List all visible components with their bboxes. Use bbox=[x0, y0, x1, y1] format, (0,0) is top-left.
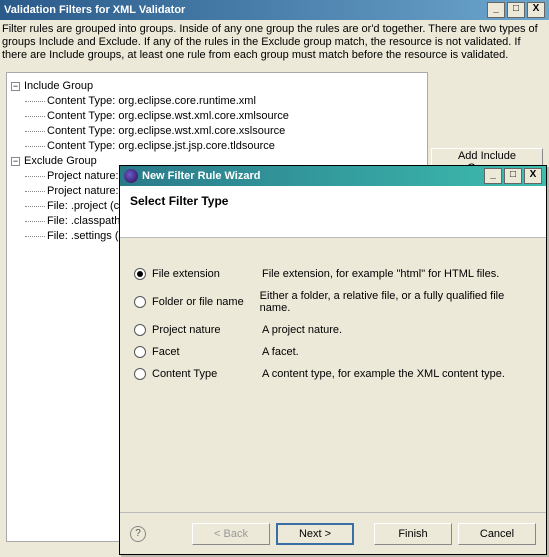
new-filter-rule-wizard: New Filter Rule Wizard _ □ X Select Filt… bbox=[119, 165, 547, 555]
option-desc: Either a folder, a relative file, or a f… bbox=[260, 290, 532, 314]
option-content-type[interactable]: Content Type A content type, for example… bbox=[134, 368, 532, 380]
back-window-title: Validation Filters for XML Validator bbox=[4, 4, 485, 16]
collapse-icon[interactable]: − bbox=[11, 157, 20, 166]
include-group-label: Include Group bbox=[24, 79, 93, 94]
wizard-titlebar: New Filter Rule Wizard _ □ X bbox=[120, 166, 546, 186]
option-label: Folder or file name bbox=[152, 296, 260, 308]
option-folder-or-file-name[interactable]: Folder or file name Either a folder, a r… bbox=[134, 290, 532, 314]
option-desc: A facet. bbox=[262, 346, 299, 358]
option-label: Project nature bbox=[152, 324, 262, 336]
next-button[interactable]: Next > bbox=[276, 523, 354, 545]
wizard-maximize-button[interactable]: □ bbox=[504, 168, 522, 184]
radio-icon[interactable] bbox=[134, 368, 146, 380]
radio-icon[interactable] bbox=[134, 324, 146, 336]
option-label: Content Type bbox=[152, 368, 262, 380]
radio-icon[interactable] bbox=[134, 296, 146, 308]
maximize-button[interactable]: □ bbox=[507, 2, 525, 18]
radio-icon[interactable] bbox=[134, 268, 146, 280]
option-label: Facet bbox=[152, 346, 262, 358]
option-facet[interactable]: Facet A facet. bbox=[134, 346, 532, 358]
back-button: < Back bbox=[192, 523, 270, 545]
minimize-button[interactable]: _ bbox=[487, 2, 505, 18]
wizard-minimize-button[interactable]: _ bbox=[484, 168, 502, 184]
wizard-heading: Select Filter Type bbox=[130, 194, 536, 208]
wizard-close-button[interactable]: X bbox=[524, 168, 542, 184]
eclipse-icon bbox=[124, 169, 138, 183]
option-desc: A project nature. bbox=[262, 324, 342, 336]
finish-button[interactable]: Finish bbox=[374, 523, 452, 545]
option-file-extension[interactable]: File extension File extension, for examp… bbox=[134, 268, 532, 280]
exclude-group-label: Exclude Group bbox=[24, 154, 97, 169]
wizard-title: New Filter Rule Wizard bbox=[142, 170, 482, 182]
wizard-header: Select Filter Type bbox=[120, 186, 546, 238]
option-label: File extension bbox=[152, 268, 262, 280]
wizard-footer: ? < Back Next > Finish Cancel bbox=[120, 512, 546, 554]
tree-item[interactable]: Content Type: org.eclipse.jst.jsp.core.t… bbox=[11, 139, 423, 154]
cancel-button[interactable]: Cancel bbox=[458, 523, 536, 545]
option-desc: A content type, for example the XML cont… bbox=[262, 368, 505, 380]
radio-icon[interactable] bbox=[134, 346, 146, 358]
tree-item[interactable]: Content Type: org.eclipse.wst.xml.core.x… bbox=[11, 124, 423, 139]
collapse-icon[interactable]: − bbox=[11, 82, 20, 91]
wizard-body: File extension File extension, for examp… bbox=[120, 238, 546, 400]
help-icon[interactable]: ? bbox=[130, 526, 146, 542]
include-group-node[interactable]: − Include Group bbox=[11, 79, 423, 94]
option-project-nature[interactable]: Project nature A project nature. bbox=[134, 324, 532, 336]
tree-item[interactable]: Content Type: org.eclipse.core.runtime.x… bbox=[11, 94, 423, 109]
tree-item[interactable]: Content Type: org.eclipse.wst.xml.core.x… bbox=[11, 109, 423, 124]
description-text: Filter rules are grouped into groups. In… bbox=[0, 20, 549, 68]
option-desc: File extension, for example "html" for H… bbox=[262, 268, 499, 280]
close-button[interactable]: X bbox=[527, 2, 545, 18]
back-titlebar: Validation Filters for XML Validator _ □… bbox=[0, 0, 549, 20]
